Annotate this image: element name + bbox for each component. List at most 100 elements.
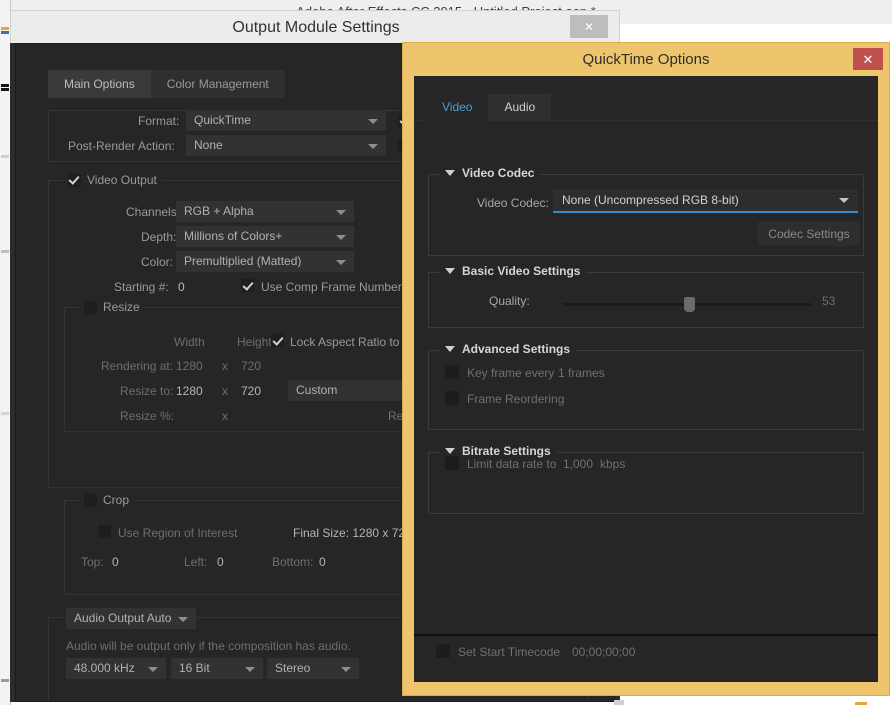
crop-left-value[interactable]: 0 (217, 555, 224, 569)
quicktime-title: QuickTime Options (582, 51, 710, 68)
audio-output-mode-value: Audio Output Auto (74, 611, 172, 625)
close-icon[interactable]: ✕ (570, 15, 608, 38)
crop-bottom-value[interactable]: 0 (319, 555, 326, 569)
limit-data-rate-label: Limit data rate to (467, 457, 557, 471)
video-codec-legend[interactable]: Video Codec (439, 166, 541, 180)
chevron-down-icon (178, 617, 188, 622)
codec-settings-button[interactable]: Codec Settings (758, 222, 860, 246)
key-frame-every-label: Key frame every (467, 366, 555, 380)
depth-select[interactable]: Millions of Colors+ (176, 226, 354, 247)
strip-mark (1, 27, 9, 30)
bitrate-settings-legend-label: Bitrate Settings (462, 444, 551, 458)
strip-mark (1, 155, 9, 158)
video-codec-label: Video Codec: (477, 196, 549, 210)
color-label: Color: (141, 255, 174, 269)
resize-legend: Resize (79, 300, 145, 314)
resize-width-value[interactable]: 1280 (176, 384, 203, 398)
strip-mark (1, 31, 9, 34)
close-icon[interactable]: ✕ (853, 48, 883, 70)
tab-audio[interactable]: Audio (488, 94, 552, 121)
format-select[interactable]: QuickTime (186, 110, 386, 131)
crop-top-label: Top: (81, 555, 104, 569)
quality-value: 53 (822, 294, 836, 308)
chevron-down-icon (368, 119, 378, 124)
chevron-down-icon (445, 268, 455, 274)
advanced-settings-legend[interactable]: Advanced Settings (439, 342, 577, 356)
use-comp-frame-number-checkbox[interactable] (241, 279, 254, 292)
format-value: QuickTime (194, 113, 251, 127)
basic-video-settings-legend[interactable]: Basic Video Settings (439, 264, 587, 278)
resize-x-separator: x (222, 384, 228, 398)
strip-mark (1, 88, 9, 91)
starting-number-value[interactable]: 0 (178, 280, 185, 294)
video-codec-value: None (Uncompressed RGB 8-bit) (562, 193, 739, 207)
output-module-tabs: Main Options Color Management (48, 70, 285, 98)
video-output-legend-label: Video Output (87, 173, 157, 187)
taskbar-indicator (614, 700, 624, 705)
limit-data-rate-checkbox[interactable] (445, 456, 459, 470)
output-module-title: Output Module Settings (232, 19, 400, 36)
resize-percent-x-separator: x (222, 409, 228, 423)
tab-video[interactable]: Video (426, 94, 489, 121)
audio-bit-depth-value: 16 Bit (179, 661, 210, 675)
key-frame-every-checkbox[interactable] (445, 365, 459, 379)
rendering-x-separator: x (222, 359, 228, 373)
advanced-settings-panel: Advanced Settings (428, 342, 864, 430)
crop-bottom-label: Bottom: (272, 555, 314, 569)
chevron-down-icon (445, 170, 455, 176)
strip-mark (1, 679, 9, 682)
depth-value: Millions of Colors+ (184, 229, 283, 243)
tab-main-options[interactable]: Main Options (48, 70, 151, 98)
strip-mark (1, 412, 9, 415)
video-codec-select[interactable]: None (Uncompressed RGB 8-bit) (553, 189, 858, 213)
audio-channels-value: Stereo (275, 661, 311, 675)
chevron-down-icon (839, 198, 849, 203)
color-select[interactable]: Premultiplied (Matted) (176, 251, 354, 272)
output-module-title-bar: Output Module Settings ✕ (10, 10, 620, 43)
resize-to-label: Resize to: (120, 384, 174, 398)
audio-channels-select[interactable]: Stereo (267, 658, 359, 679)
resize-checkbox[interactable] (84, 300, 97, 314)
lock-aspect-ratio-checkbox[interactable] (271, 334, 284, 347)
set-start-timecode-value: 00;00;00;00 (572, 645, 636, 659)
crop-top-value[interactable]: 0 (112, 555, 119, 569)
audio-sample-rate-value: 48.000 kHz (74, 661, 135, 675)
rendering-width-value: 1280 (176, 359, 203, 373)
chevron-down-icon (336, 210, 346, 215)
video-codec-legend-label: Video Codec (462, 166, 535, 180)
frame-reordering-checkbox[interactable] (445, 391, 459, 405)
strip-mark (1, 84, 9, 87)
crop-legend-label: Crop (103, 493, 130, 507)
audio-output-mode-select[interactable]: Audio Output Auto (66, 608, 196, 629)
quicktime-tabs: Video Audio (426, 94, 552, 121)
use-comp-frame-number-label: Use Comp Frame Number (261, 280, 402, 294)
crop-checkbox[interactable] (84, 493, 97, 507)
post-render-action-value: None (194, 138, 223, 152)
use-region-of-interest-checkbox[interactable] (98, 525, 111, 538)
set-start-timecode-checkbox[interactable] (436, 644, 450, 658)
lock-aspect-ratio-label: Lock Aspect Ratio to 16 (290, 335, 417, 349)
depth-label: Depth: (141, 230, 177, 244)
resize-legend-label: Resize (103, 300, 140, 314)
post-render-action-label: Post-Render Action: (68, 139, 175, 153)
video-output-checkbox[interactable] (68, 173, 81, 187)
post-render-action-select[interactable]: None (186, 135, 386, 156)
resize-preset-value: Custom (296, 383, 338, 397)
chevron-down-icon (336, 260, 346, 265)
resize-width-header: Width (174, 335, 205, 349)
crop-legend: Crop (79, 493, 135, 507)
audio-bit-depth-select[interactable]: 16 Bit (171, 658, 263, 679)
use-region-of-interest-label: Use Region of Interest (118, 526, 238, 540)
crop-left-label: Left: (184, 555, 208, 569)
channels-label: Channels: (126, 205, 181, 219)
resize-height-value[interactable]: 720 (241, 384, 261, 398)
channels-select[interactable]: RGB + Alpha (176, 201, 354, 222)
tab-color-management[interactable]: Color Management (150, 70, 285, 98)
quicktime-title-bar: QuickTime Options ✕ (403, 43, 889, 76)
quality-slider-thumb[interactable] (684, 297, 695, 312)
video-output-legend: Video Output (63, 173, 162, 187)
channels-value: RGB + Alpha (184, 204, 254, 218)
color-value: Premultiplied (Matted) (184, 254, 302, 268)
chevron-down-icon (341, 667, 351, 672)
audio-sample-rate-select[interactable]: 48.000 kHz (66, 658, 166, 679)
